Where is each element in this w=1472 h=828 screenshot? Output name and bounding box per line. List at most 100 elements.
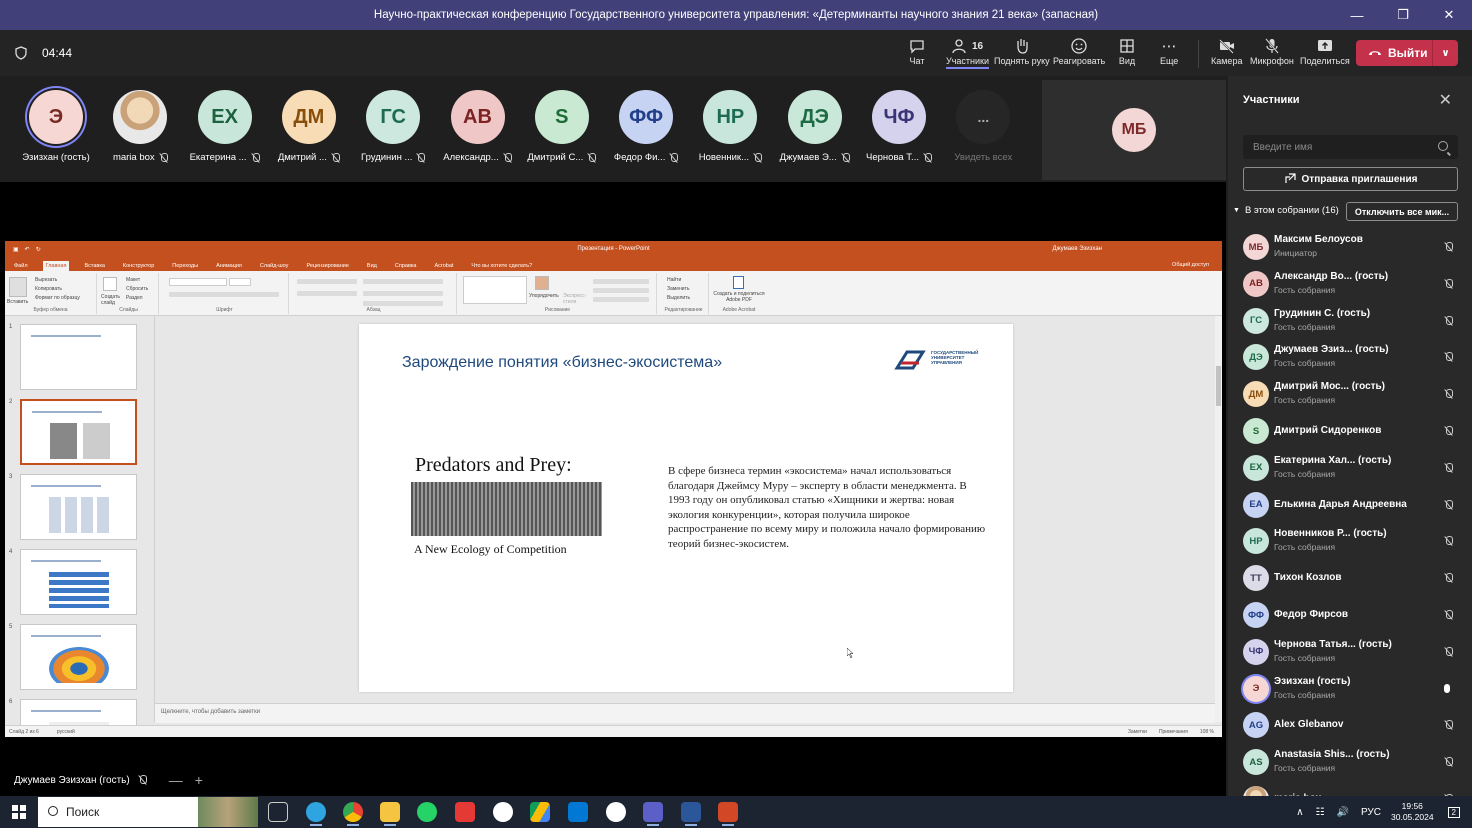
ppt-tab[interactable]: Переходы — [169, 261, 201, 271]
participant-tile[interactable]: ЕХ Екатерина ... — [183, 90, 267, 163]
raise-hand-button[interactable]: Поднять руку — [994, 36, 1050, 72]
volume-icon[interactable]: 🔊 — [1337, 807, 1349, 818]
participant-tile[interactable]: ФФ Федор Фи... — [604, 90, 688, 163]
participant-tile[interactable]: ДЭ Джумаев Э... — [773, 90, 857, 163]
view-button[interactable]: Вид — [1118, 36, 1136, 72]
restore-icon[interactable]: ❐ — [1380, 0, 1426, 30]
status-language[interactable]: русский — [57, 729, 75, 735]
network-icon[interactable]: ☷ — [1316, 807, 1325, 818]
add-icon[interactable]: + — [195, 772, 203, 788]
copy-button[interactable]: Копировать — [35, 286, 62, 292]
send-invite-button[interactable]: Отправка приглашения — [1243, 167, 1458, 191]
express-styles-label[interactable]: Экспресс-стили — [563, 293, 586, 305]
mic-off-icon[interactable] — [1444, 499, 1453, 510]
reset-button[interactable]: Сбросить — [126, 286, 148, 292]
mic-off-icon[interactable] — [1444, 610, 1453, 620]
participant-row[interactable]: ДМ Дмитрий Мос... (гость) Гость собрания — [1228, 375, 1472, 411]
pdf-icon[interactable] — [733, 276, 744, 289]
paste-icon[interactable] — [9, 277, 27, 297]
ppt-tab[interactable]: Анимация — [213, 261, 245, 271]
ppt-tab[interactable]: Конструктор — [120, 261, 157, 271]
mic-off-icon[interactable] — [1444, 352, 1453, 362]
mic-off-icon[interactable] — [1444, 536, 1453, 546]
participant-row[interactable]: ТТ Тихон Козлов — [1228, 559, 1472, 595]
participant-tile[interactable]: ДМ Дмитрий ... — [267, 90, 351, 163]
ppt-tab[interactable]: Файл — [11, 261, 31, 271]
format-painter-button[interactable]: Формат по образцу — [35, 295, 80, 301]
chrome-icon[interactable] — [343, 802, 363, 826]
teams-icon[interactable] — [643, 802, 663, 826]
mic-button[interactable]: Микрофон — [1250, 36, 1294, 72]
participant-row[interactable]: МБ Максим Белоусов Инициатор — [1228, 228, 1472, 264]
participant-tile[interactable]: ... Увидеть всех — [941, 90, 1025, 163]
word-icon[interactable] — [681, 802, 701, 826]
new-slide-icon[interactable] — [103, 277, 117, 291]
ppt-tab[interactable]: Слайд-шоу — [257, 261, 292, 271]
participant-row[interactable]: АВ Александр Во... (гость) Гость собрания — [1228, 265, 1472, 301]
ppt-tab[interactable]: Справка — [392, 261, 420, 271]
status-notes-button[interactable]: Заметки — [1128, 729, 1147, 735]
slide-thumbnail[interactable] — [20, 399, 137, 465]
participant-row[interactable]: ЕХ Екатерина Хал... (гость) Гость собрания — [1228, 449, 1472, 485]
ppt-tab[interactable]: Рецензирование — [303, 261, 351, 271]
participant-row[interactable]: ФФ Федор Фирсов — [1228, 596, 1472, 632]
language-indicator[interactable]: РУС — [1361, 807, 1381, 818]
yandex-browser-icon[interactable] — [606, 802, 626, 822]
itunes-icon[interactable] — [493, 802, 513, 822]
font-size-box[interactable] — [229, 278, 251, 286]
mic-off-icon[interactable] — [1444, 278, 1453, 289]
mic-on-icon[interactable] — [1444, 683, 1450, 693]
participant-row[interactable]: S Дмитрий Сидоренков — [1228, 412, 1472, 448]
ppt-tab[interactable]: Acrobat — [431, 261, 456, 271]
cut-button[interactable]: Вырезать — [35, 277, 57, 283]
ppt-tab[interactable]: Что вы хотите сделать? — [468, 261, 535, 271]
mic-off-icon[interactable] — [1444, 315, 1453, 326]
close-icon[interactable]: ✕ — [1426, 0, 1472, 30]
featured-participant-tile[interactable]: МБ — [1042, 80, 1226, 180]
react-button[interactable]: Реагировать — [1053, 36, 1105, 72]
new-slide-label[interactable]: Создать слайд — [101, 294, 123, 306]
minimize-icon[interactable]: — — [1334, 0, 1380, 30]
mic-off-icon[interactable] — [1444, 242, 1453, 252]
participant-search-input[interactable]: Введите имя — [1243, 135, 1458, 159]
section-button[interactable]: Раздел — [126, 295, 143, 301]
participant-tile[interactable]: АВ Александр... — [436, 90, 520, 163]
scrollbar-thumb[interactable] — [1216, 366, 1221, 406]
participant-row[interactable]: ДЭ Джумаев Эзиз... (гость) Гость собрания — [1228, 338, 1472, 374]
paste-label[interactable]: Вставить — [7, 299, 28, 305]
slide-thumbnail[interactable] — [20, 624, 137, 690]
google-drive-icon[interactable] — [530, 802, 550, 822]
participant-tile[interactable]: НР Новенник... — [688, 90, 772, 163]
participant-row[interactable]: AG Alex Glebanov — [1228, 706, 1472, 742]
participant-row[interactable]: Э Эзизхан (гость) Гость собрания — [1228, 670, 1472, 706]
ppt-tab[interactable]: Вид — [364, 261, 380, 271]
participant-tile[interactable]: ГС Грудинин ... — [351, 90, 435, 163]
whatsapp-icon[interactable] — [417, 802, 437, 822]
anydesk-icon[interactable] — [455, 802, 475, 822]
notifications-icon[interactable]: 2 — [1447, 806, 1460, 818]
telegram-icon[interactable] — [306, 802, 326, 826]
participant-row[interactable]: maria box — [1228, 780, 1472, 796]
replace-button[interactable]: Заменить — [667, 286, 689, 292]
mute-all-button[interactable]: Отключить все мик... — [1346, 202, 1458, 221]
acrobat-create-label[interactable]: Создать и поделиться Adobe PDF — [711, 291, 767, 303]
font-name-box[interactable] — [169, 278, 227, 286]
mic-off-icon[interactable] — [1444, 389, 1453, 399]
participant-tile[interactable]: maria box — [98, 90, 182, 163]
status-comments-button[interactable]: Примечания — [1159, 729, 1188, 735]
windows-start-icon[interactable] — [12, 805, 26, 819]
file-explorer-icon[interactable] — [380, 802, 400, 826]
shapes-gallery[interactable] — [463, 276, 527, 304]
participant-tile[interactable]: S Дмитрий С... — [520, 90, 604, 163]
slide-thumbnail[interactable] — [20, 324, 137, 390]
participant-tile[interactable]: ЧФ Чернова Т... — [857, 90, 941, 163]
layout-button[interactable]: Макет — [126, 277, 140, 283]
taskbar-search-box[interactable]: Поиск — [38, 797, 258, 827]
leave-button[interactable]: Выйти ∨ — [1356, 40, 1458, 66]
mic-off-icon[interactable] — [1444, 757, 1453, 767]
find-button[interactable]: Найти — [667, 277, 681, 283]
store-icon[interactable] — [568, 802, 588, 822]
ppt-tab[interactable]: Вставка — [81, 261, 107, 271]
share-button[interactable]: Поделиться — [1300, 36, 1350, 72]
participants-button[interactable]: 16 Участники — [946, 36, 989, 72]
